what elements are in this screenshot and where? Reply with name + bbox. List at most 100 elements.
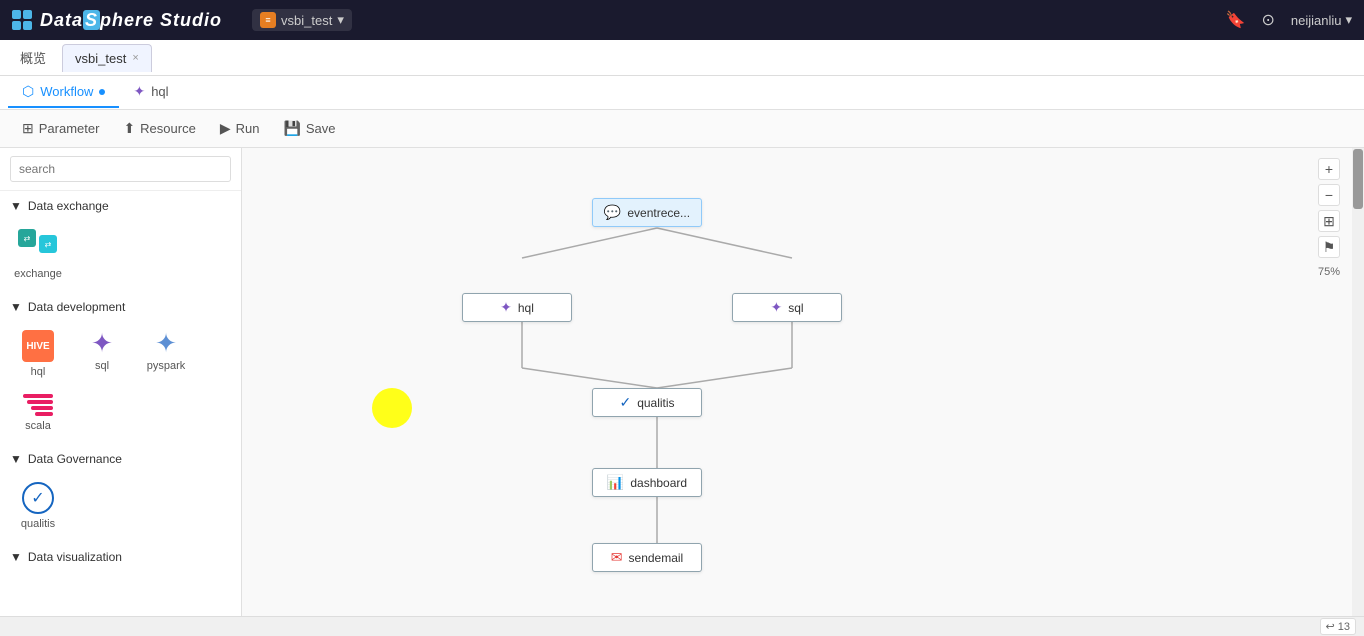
section-arrow-governance: ▼ [10, 452, 22, 466]
resource-icon: ⬆ [123, 120, 135, 137]
project-selector[interactable]: ≡ vsbi_test ▾ [252, 9, 352, 31]
scala-icon [23, 394, 53, 416]
hql-node-icon: ✦ [500, 299, 512, 316]
v-scrollbar[interactable] [1352, 148, 1364, 624]
logo-grid-icon [12, 10, 32, 30]
resource-button[interactable]: ⬆ Resource [113, 116, 205, 141]
section-data-visualization[interactable]: ▼ Data visualization [0, 542, 241, 568]
section-data-development[interactable]: ▼ Data development [0, 292, 241, 318]
sidebar-item-scala[interactable]: scala [8, 386, 68, 436]
flag-button[interactable]: ⚑ [1318, 236, 1340, 258]
sql-node-label: sql [788, 301, 803, 315]
section-arrow-exchange: ▼ [10, 199, 22, 213]
section-label-visualization: Data visualization [28, 550, 122, 564]
user-menu[interactable]: neijianliu ▾ [1291, 12, 1352, 28]
parameter-icon: ⊞ [22, 120, 34, 137]
node-qualitis[interactable]: ✓ qualitis [592, 388, 702, 417]
hql-node-label: hql [518, 301, 534, 315]
section-arrow-visualization: ▼ [10, 550, 22, 564]
dashboard-node-label: dashboard [630, 476, 687, 490]
sql-label: sql [95, 360, 109, 372]
project-tab-label: vsbi_test [75, 51, 126, 66]
topbar: DataSphere Studio ≡ vsbi_test ▾ 🔖 ⊙ neij… [0, 0, 1364, 40]
counter-value: 13 [1338, 621, 1350, 633]
sql-node-icon: ✦ [770, 299, 782, 316]
workflow-tab-label: Workflow [40, 84, 93, 99]
parameter-label: Parameter [39, 121, 100, 136]
section-data-exchange[interactable]: ▼ Data exchange [0, 191, 241, 217]
development-items: HIVE hql ✦ sql ✦ pyspark scala [0, 318, 241, 444]
section-label-development: Data development [28, 300, 125, 314]
project-name: vsbi_test [281, 13, 332, 28]
save-label: Save [306, 121, 336, 136]
cursor-dot [372, 388, 412, 428]
pyspark-label: pyspark [147, 360, 186, 372]
save-button[interactable]: 💾 Save [273, 116, 345, 141]
subtab-hql[interactable]: ✦ hql [119, 77, 182, 108]
zoom-in-button[interactable]: + [1318, 158, 1340, 180]
tab-close-icon[interactable]: × [132, 52, 138, 64]
sidebar-item-hql[interactable]: HIVE hql [8, 322, 68, 382]
sql-star-icon: ✦ [91, 330, 113, 356]
canvas-area[interactable]: 💬 eventrece... ✦ hql ✦ sql ✓ qualitis 📊 … [242, 148, 1364, 636]
project-icon: ≡ [260, 12, 276, 28]
dashboard-node-icon: 📊 [607, 474, 624, 491]
exchange-icon-sq1: ⇄ [18, 229, 36, 247]
hql-tab-icon: ✦ [133, 83, 145, 100]
user-dropdown-icon: ▾ [1345, 12, 1352, 28]
section-data-governance[interactable]: ▼ Data Governance [0, 444, 241, 470]
bottom-bar: ↩ 13 [0, 616, 1364, 636]
search-input[interactable] [10, 156, 231, 182]
sendemail-node-icon: ✉ [611, 549, 623, 566]
section-label-exchange: Data exchange [28, 199, 109, 213]
node-hql[interactable]: ✦ hql [462, 293, 572, 322]
node-dashboard[interactable]: 📊 dashboard [592, 468, 702, 497]
pyspark-star-icon: ✦ [155, 330, 177, 356]
run-button[interactable]: ▶ Run [210, 116, 270, 141]
bottom-counter: ↩ 13 [1320, 618, 1356, 635]
v-scrollbar-thumb[interactable] [1353, 149, 1363, 209]
connections-svg [242, 148, 1364, 636]
node-sendemail[interactable]: ✉ sendemail [592, 543, 702, 572]
project-dropdown-icon: ▾ [337, 12, 344, 28]
search-container [0, 148, 241, 191]
qualitis-node-label: qualitis [637, 396, 674, 410]
main-area: ▼ Data exchange ⇄ ⇄ exchange ▼ Data deve… [0, 148, 1364, 636]
github-icon[interactable]: ⊙ [1261, 10, 1274, 30]
hql-tab-label: hql [151, 84, 168, 99]
node-sql[interactable]: ✦ sql [732, 293, 842, 322]
scala-label: scala [25, 420, 51, 432]
user-name: neijianliu [1291, 13, 1342, 28]
node-eventrece[interactable]: 💬 eventrece... [592, 198, 702, 227]
zoom-out-button[interactable]: − [1318, 184, 1340, 206]
sidebar-item-exchange[interactable]: ⇄ ⇄ exchange [8, 221, 68, 284]
tab-overview[interactable]: 概览 [8, 42, 58, 73]
sidebar-item-pyspark[interactable]: ✦ pyspark [136, 322, 196, 382]
toolbar: ⊞ Parameter ⬆ Resource ▶ Run 💾 Save [0, 110, 1364, 148]
save-icon: 💾 [283, 120, 300, 137]
bookmark-icon[interactable]: 🔖 [1226, 10, 1246, 30]
zoom-level: 75% [1318, 266, 1340, 278]
subtab-workflow[interactable]: ⬡ Workflow [8, 77, 119, 108]
zoom-panel: + − ⊞ ⚑ 75% [1318, 158, 1340, 278]
workflow-active-dot [99, 89, 105, 95]
sidebar-item-sql[interactable]: ✦ sql [72, 322, 132, 382]
qualitis-shield-icon: ✓ [22, 482, 54, 514]
exchange-icon-sq2: ⇄ [39, 235, 57, 253]
parameter-button[interactable]: ⊞ Parameter [12, 116, 109, 141]
tab-project[interactable]: vsbi_test × [62, 44, 152, 72]
app-title: DataSphere Studio [40, 10, 222, 31]
section-label-governance: Data Governance [28, 452, 122, 466]
run-icon: ▶ [220, 120, 231, 137]
sendemail-node-label: sendemail [629, 551, 684, 565]
app-logo: DataSphere Studio [12, 10, 222, 31]
eventrece-icon: 💬 [604, 204, 621, 221]
governance-items: ✓ qualitis [0, 470, 241, 542]
qualitis-label: qualitis [21, 518, 55, 530]
qualitis-node-icon: ✓ [619, 394, 631, 411]
hql-label: hql [31, 366, 46, 378]
sidebar: ▼ Data exchange ⇄ ⇄ exchange ▼ Data deve… [0, 148, 242, 636]
sidebar-item-qualitis[interactable]: ✓ qualitis [8, 474, 68, 534]
fit-button[interactable]: ⊞ [1318, 210, 1340, 232]
resource-label: Resource [140, 121, 196, 136]
